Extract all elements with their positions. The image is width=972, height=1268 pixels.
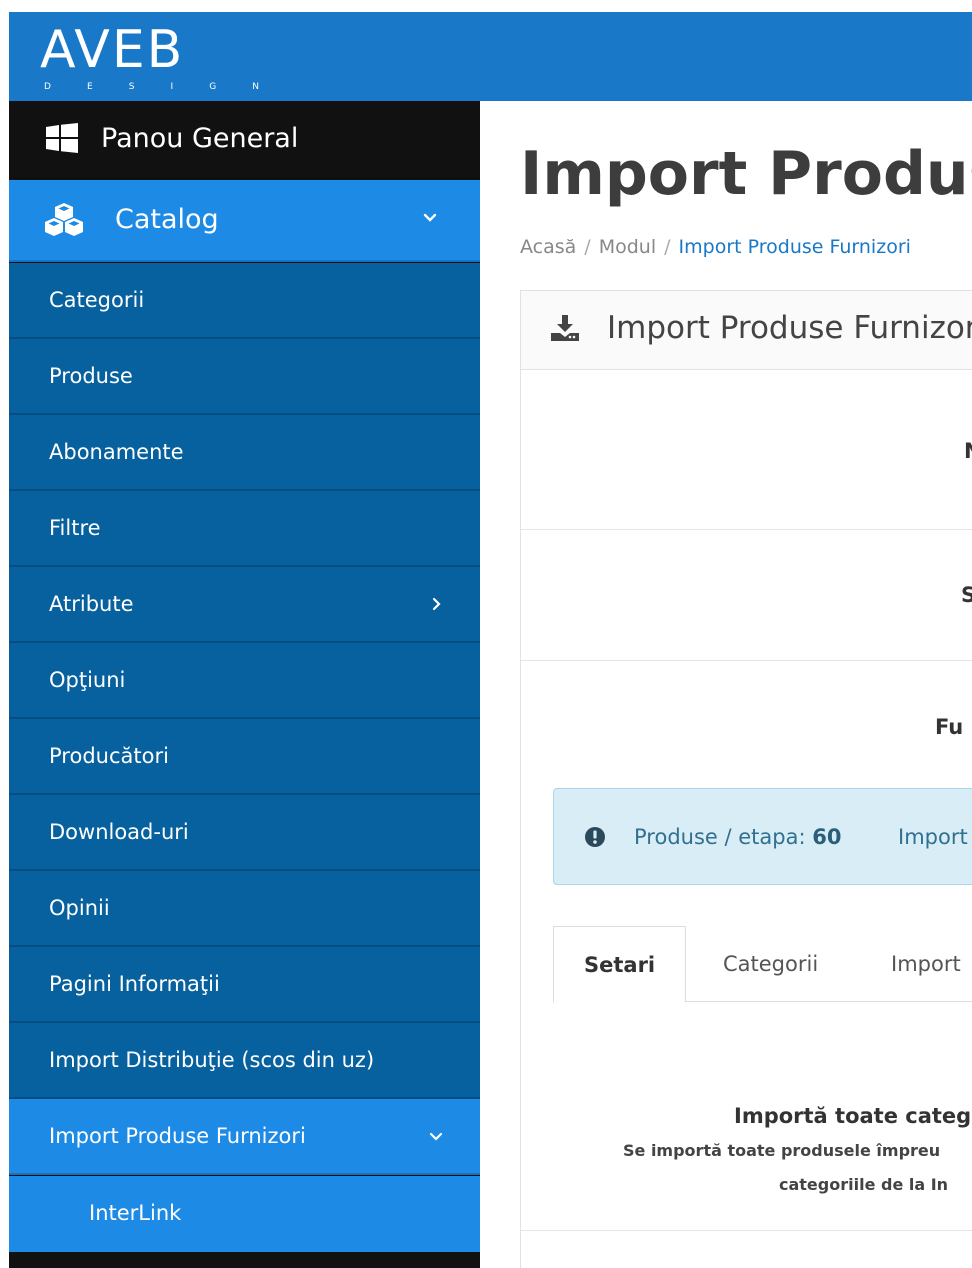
logo-tagline: D E S I G N — [44, 82, 259, 92]
sidebar-item-label: Filtre — [49, 516, 101, 540]
sidebar-item-dashboard[interactable]: Panou General — [9, 101, 480, 179]
download-icon — [551, 315, 579, 341]
sidebar-item-pagini-informatii[interactable]: Pagini Informaţii — [9, 947, 480, 1023]
breadcrumb-modul[interactable]: Modul — [599, 236, 656, 258]
page-title: Import Produse — [520, 139, 972, 209]
sidebar-item-label: Import Produse Furnizori — [49, 1124, 306, 1148]
brand-logo[interactable]: AVEB D E S I G N — [40, 22, 262, 100]
form-row-label: Fu — [935, 715, 964, 739]
sidebar: Panou General Catalog Categorii Produse … — [9, 101, 480, 1268]
alert-value: 60 — [812, 825, 842, 849]
sidebar-item-label: Abonamente — [49, 440, 184, 464]
form-row-1: N — [521, 371, 972, 530]
tab-categorii[interactable]: Categorii — [723, 926, 818, 1002]
settings-description-2: categoriile de la In — [779, 1175, 949, 1194]
sidebar-item-import-produse-furnizori[interactable]: Import Produse Furnizori — [9, 1099, 480, 1175]
settings-description: Se importă toate produsele împreu — [623, 1141, 941, 1160]
form-row-2: S — [521, 531, 972, 661]
chevron-down-icon — [423, 213, 437, 222]
panel-header: Import Produse Furnizori — [521, 291, 972, 370]
sidebar-item-label: Atribute — [49, 592, 134, 616]
alert-text: Produse / etapa: 60 — [634, 825, 842, 849]
windows-icon — [46, 123, 78, 153]
sidebar-item-download-uri[interactable]: Download-uri — [9, 795, 480, 871]
chevron-right-icon — [432, 597, 441, 611]
sidebar-item-opinii[interactable]: Opinii — [9, 871, 480, 947]
breadcrumb-current[interactable]: Import Produse Furnizori — [679, 236, 911, 258]
sidebar-item-label: Producători — [49, 744, 169, 768]
sidebar-item-label: Produse — [49, 364, 133, 388]
sidebar-item-label: Download-uri — [49, 820, 189, 844]
chevron-down-icon — [429, 1132, 443, 1141]
sidebar-item-interlink[interactable]: InterLink — [9, 1176, 480, 1252]
exclamation-circle-icon — [585, 827, 605, 847]
form-row-label: N — [964, 437, 972, 465]
sidebar-item-label: Pagini Informaţii — [49, 972, 220, 996]
breadcrumb-home[interactable]: Acasă — [520, 236, 576, 258]
tab-import[interactable]: Import — [891, 926, 961, 1002]
info-alert: Produse / etapa: 60 Import — [553, 788, 972, 885]
tab-setari[interactable]: Setari — [553, 926, 687, 1003]
sidebar-item-catalog[interactable]: Catalog — [9, 180, 480, 262]
logo-wordmark: AVEB — [40, 20, 185, 80]
import-panel: Import Produse Furnizori N S Fu Produse … — [520, 290, 972, 1268]
sidebar-item-label: InterLink — [89, 1201, 182, 1225]
sidebar-item-label: Import Distribuţie (scos din uz) — [49, 1048, 375, 1072]
sidebar-item-label: Panou General — [101, 123, 299, 154]
breadcrumb: Acasă / Modul / Import Produse Furnizori — [520, 236, 911, 258]
cubes-icon — [45, 203, 83, 236]
sidebar-item-label: Catalog — [115, 204, 219, 235]
top-header: AVEB D E S I G N — [9, 12, 972, 101]
sidebar-item-label: Opinii — [49, 896, 110, 920]
settings-section: Importă toate categ Se importă toate pro… — [521, 1091, 972, 1231]
panel-title: Import Produse Furnizori — [607, 310, 972, 346]
tabs: Setari Categorii Import — [553, 926, 972, 1003]
sidebar-item-filtre[interactable]: Filtre — [9, 491, 480, 567]
sidebar-item-atribute[interactable]: Atribute — [9, 567, 480, 643]
sidebar-item-label: Opţiuni — [49, 668, 126, 692]
form-row-3: Fu — [521, 662, 972, 767]
sidebar-item-categorii[interactable]: Categorii — [9, 263, 480, 339]
sidebar-item-optiuni[interactable]: Opţiuni — [9, 643, 480, 719]
main-content: Import Produse Acasă/Modul/Import Produs… — [480, 101, 972, 1268]
sidebar-item-produse[interactable]: Produse — [9, 339, 480, 415]
settings-heading: Importă toate categ — [734, 1104, 972, 1128]
sidebar-item-label: Categorii — [49, 288, 145, 312]
sidebar-item-producatori[interactable]: Producători — [9, 719, 480, 795]
alert-text-2: Import — [898, 825, 968, 849]
sidebar-item-abonamente[interactable]: Abonamente — [9, 415, 480, 491]
sidebar-item-import-distributie[interactable]: Import Distribuţie (scos din uz) — [9, 1023, 480, 1099]
form-row-label: S — [961, 583, 972, 607]
sidebar-bottom — [9, 1252, 480, 1268]
